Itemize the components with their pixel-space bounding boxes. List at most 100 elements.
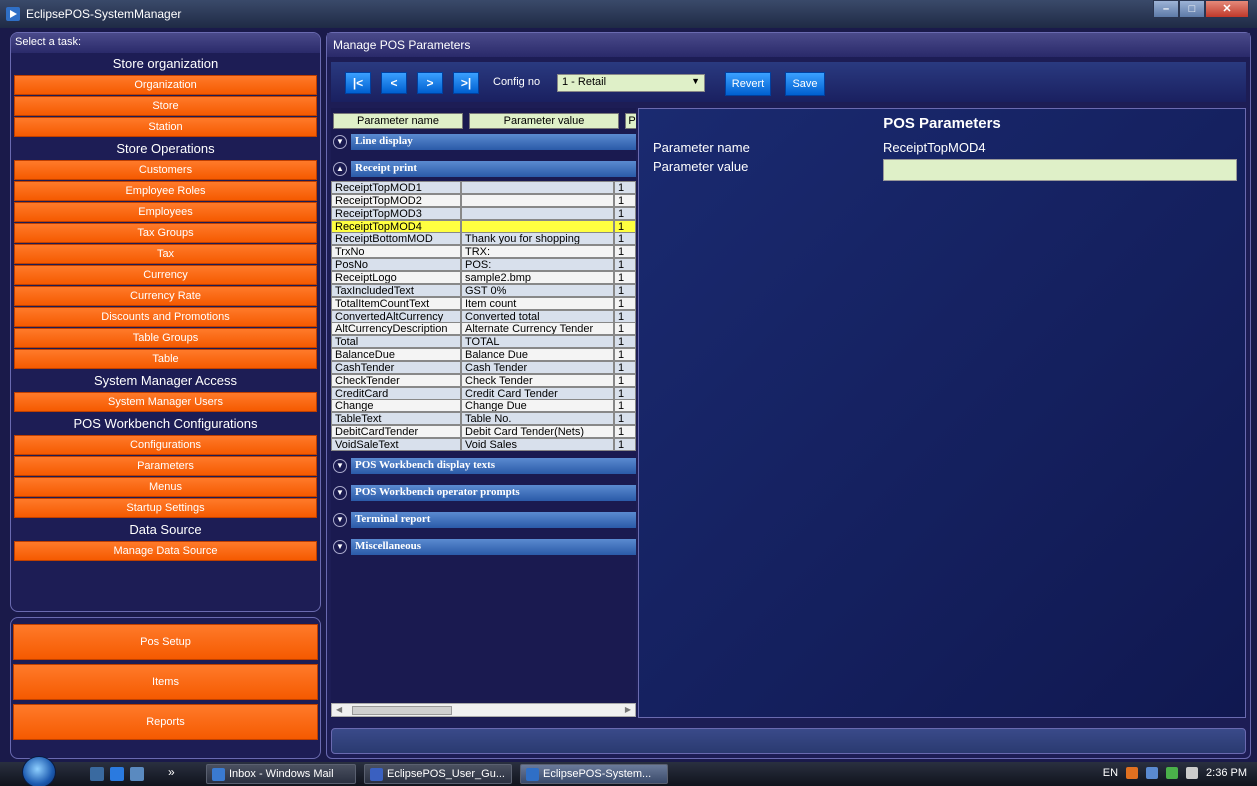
table-row[interactable]: TotalItemCountText Item count 1 (331, 296, 636, 310)
taskbar-item-inbox-windows-mail[interactable]: Inbox - Windows Mail (206, 764, 356, 784)
close-button[interactable]: ✕ (1205, 0, 1249, 18)
cell-value[interactable]: Check Tender (461, 373, 614, 387)
cell-value[interactable]: GST 0% (461, 283, 614, 297)
cell-extra[interactable]: 1 (614, 399, 636, 413)
group-pos-workbench-display-texts[interactable]: ▼ POS Workbench display texts (331, 457, 636, 475)
group-pos-workbench-operator-prompts[interactable]: ▼ POS Workbench operator prompts (331, 484, 636, 502)
cell-extra[interactable]: 1 (614, 348, 636, 362)
taskbar-item-eclipsepos-user-gu[interactable]: EclipsePOS_User_Gu... (364, 764, 512, 784)
group-line-display[interactable]: ▼ Line display (331, 133, 636, 151)
sidebar-item-store[interactable]: Store (14, 96, 317, 116)
minimize-button[interactable]: – (1153, 0, 1179, 18)
parameter-value-input[interactable] (883, 159, 1237, 181)
security-icon[interactable] (1126, 767, 1139, 779)
table-row[interactable]: ReceiptLogo sample2.bmp 1 (331, 270, 636, 284)
table-row[interactable]: TaxIncludedText GST 0% 1 (331, 283, 636, 297)
chevron-up-icon[interactable]: ▲ (333, 162, 347, 176)
cell-name[interactable]: Change (331, 399, 461, 413)
cell-value[interactable]: Change Due (461, 399, 614, 413)
cell-name[interactable]: ReceiptTopMOD2 (331, 193, 461, 207)
sidebar-item-customers[interactable]: Customers (14, 160, 317, 180)
cell-extra[interactable]: 1 (614, 322, 636, 336)
network-icon[interactable] (1146, 767, 1159, 779)
table-row[interactable]: PosNo POS: 1 (331, 258, 636, 272)
sidebar-item-organization[interactable]: Organization (14, 75, 317, 95)
cell-name[interactable]: TotalItemCountText (331, 296, 461, 310)
table-row[interactable]: BalanceDue Balance Due 1 (331, 348, 636, 362)
items-button[interactable]: Items (13, 664, 318, 700)
taskbar-item-eclipsepos-system[interactable]: EclipsePOS-System... (520, 764, 668, 784)
cell-value[interactable]: Item count (461, 296, 614, 310)
sidebar-item-parameters[interactable]: Parameters (14, 456, 317, 476)
cell-name[interactable]: TaxIncludedText (331, 283, 461, 297)
sidebar-item-currency-rate[interactable]: Currency Rate (14, 286, 317, 306)
cell-extra[interactable]: 1 (614, 206, 636, 220)
internet-explorer-icon[interactable] (110, 767, 124, 781)
cell-value[interactable] (461, 181, 614, 194)
cell-name[interactable]: CashTender (331, 360, 461, 374)
scroll-left-icon[interactable]: ◀ (336, 705, 342, 714)
cell-value[interactable]: Void Sales (461, 438, 614, 451)
cell-extra[interactable]: 1 (614, 438, 636, 451)
cell-value[interactable]: TOTAL (461, 335, 614, 349)
sidebar-item-startup-settings[interactable]: Startup Settings (14, 498, 317, 518)
cell-value[interactable]: Credit Card Tender (461, 386, 614, 400)
cell-name[interactable]: AltCurrencyDescription (331, 322, 461, 336)
cell-extra[interactable]: 1 (614, 373, 636, 387)
language-indicator[interactable]: EN (1103, 767, 1118, 779)
cell-name[interactable]: CreditCard (331, 386, 461, 400)
start-button[interactable] (22, 756, 56, 786)
cell-name[interactable]: CheckTender (331, 373, 461, 387)
cell-extra[interactable]: 1 (614, 245, 636, 259)
table-row[interactable]: Total TOTAL 1 (331, 335, 636, 349)
show-desktop-icon[interactable] (90, 767, 104, 781)
cell-extra[interactable]: 1 (614, 296, 636, 310)
chevron-down-icon[interactable]: ▼ (333, 539, 347, 554)
cell-value[interactable]: TRX: (461, 245, 614, 259)
cell-extra[interactable]: 1 (614, 181, 636, 194)
cell-value[interactable]: sample2.bmp (461, 270, 614, 284)
cell-extra[interactable]: 1 (614, 386, 636, 400)
cell-name[interactable]: ConvertedAltCurrency (331, 309, 461, 323)
cell-name[interactable]: PosNo (331, 258, 461, 272)
cell-name[interactable]: ReceiptLogo (331, 270, 461, 284)
table-row[interactable]: ReceiptTopMOD3 1 (331, 206, 636, 220)
cell-extra[interactable]: 1 (614, 335, 636, 349)
group-miscellaneous[interactable]: ▼ Miscellaneous (331, 538, 636, 556)
chevron-down-icon[interactable]: ▼ (333, 485, 347, 500)
sidebar-item-discounts-and-promotions[interactable]: Discounts and Promotions (14, 307, 317, 327)
cell-value[interactable]: Thank you for shopping (461, 232, 614, 246)
scroll-right-icon[interactable]: ▶ (625, 705, 631, 714)
cell-extra[interactable]: 1 (614, 270, 636, 284)
cell-name[interactable]: ReceiptTopMOD4 (331, 219, 461, 233)
cell-name[interactable]: TableText (331, 412, 461, 426)
revert-button[interactable]: Revert (725, 72, 771, 96)
cell-extra[interactable]: 1 (614, 219, 636, 233)
prev-record-button[interactable]: < (381, 72, 407, 94)
sidebar-item-employees[interactable]: Employees (14, 202, 317, 222)
column-header-extra[interactable]: P (625, 113, 636, 129)
cell-name[interactable]: BalanceDue (331, 348, 461, 362)
maximize-button[interactable]: □ (1179, 0, 1205, 18)
cell-value[interactable] (461, 219, 614, 233)
column-header-value[interactable]: Parameter value (469, 113, 619, 129)
cell-value[interactable]: Balance Due (461, 348, 614, 362)
sidebar-item-tax[interactable]: Tax (14, 244, 317, 264)
cell-extra[interactable]: 1 (614, 412, 636, 426)
cell-extra[interactable]: 1 (614, 232, 636, 246)
sidebar-item-manage-data-source[interactable]: Manage Data Source (14, 541, 317, 561)
cell-name[interactable]: Total (331, 335, 461, 349)
table-row[interactable]: TrxNo TRX: 1 (331, 245, 636, 259)
volume-icon[interactable] (1186, 767, 1199, 779)
table-row[interactable]: DebitCardTender Debit Card Tender(Nets) 1 (331, 425, 636, 439)
table-row[interactable]: ReceiptTopMOD4 1 (331, 219, 636, 233)
cell-name[interactable]: DebitCardTender (331, 425, 461, 439)
cell-value[interactable]: Table No. (461, 412, 614, 426)
cell-value[interactable]: Converted total (461, 309, 614, 323)
table-row[interactable]: CreditCard Credit Card Tender 1 (331, 386, 636, 400)
cell-value[interactable] (461, 193, 614, 207)
cell-name[interactable]: ReceiptTopMOD3 (331, 206, 461, 220)
table-row[interactable]: VoidSaleText Void Sales 1 (331, 438, 636, 451)
group-receipt-print[interactable]: ▲ Receipt print (331, 160, 636, 178)
table-row[interactable]: ReceiptBottomMOD Thank you for shopping 1 (331, 232, 636, 246)
